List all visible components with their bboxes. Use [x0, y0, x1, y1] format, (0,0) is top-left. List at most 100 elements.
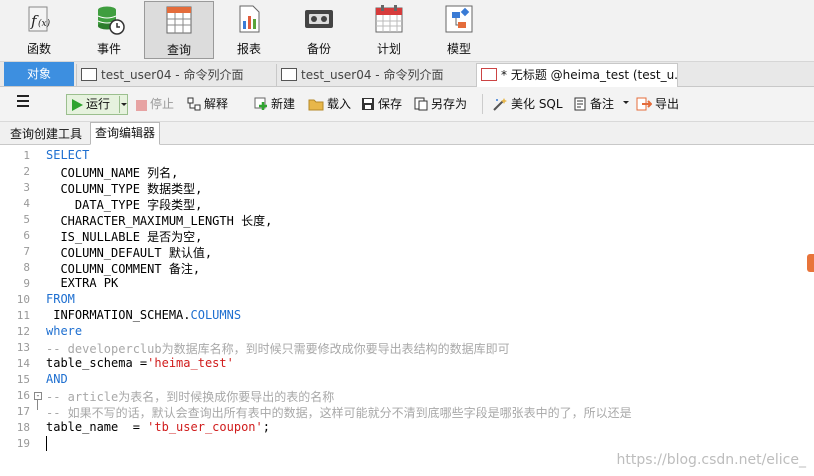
save-as-icon	[414, 97, 428, 111]
explain-icon	[187, 97, 201, 111]
backup-button[interactable]: 备份	[284, 0, 354, 59]
export-button[interactable]: 导出	[636, 95, 679, 113]
line-number: 6	[23, 229, 30, 242]
code-line[interactable]: COLUMN_DEFAULT 默认值,	[46, 244, 212, 261]
new-button[interactable]: 新建	[254, 95, 295, 113]
line-number: 4	[23, 197, 30, 210]
new-icon	[254, 97, 267, 110]
tab-untitled-query[interactable]: * 无标题 @heima_test (test_u...	[476, 63, 678, 87]
functions-button[interactable]: f (x) 函数	[4, 0, 74, 59]
save-button[interactable]: 保存	[361, 95, 402, 113]
code-line[interactable]: IS_NULLABLE 是否为空,	[46, 228, 202, 245]
svg-text:(x): (x)	[38, 18, 51, 29]
line-number: 10	[16, 293, 30, 306]
code-line[interactable]: table_schema ='heima_test'	[46, 356, 234, 370]
document-tabs: 对象 test_user04 - 命令列介面 test_user04 - 命令列…	[0, 62, 814, 87]
save-as-label: 另存为	[431, 97, 468, 111]
code-line[interactable]: INFORMATION_SCHEMA.COLUMNS	[46, 308, 241, 322]
export-icon	[636, 97, 652, 111]
code-line[interactable]: AND	[46, 372, 68, 386]
line-number: 8	[23, 261, 30, 274]
query-button[interactable]: 查询	[144, 1, 214, 59]
tab-console-1-label: test_user04 - 命令列介面	[101, 68, 244, 82]
run-button-content[interactable]: 运行	[71, 95, 110, 113]
line-number: 1	[23, 149, 30, 162]
schedule-label: 计划	[376, 42, 401, 56]
code-line[interactable]: DATA_TYPE 字段类型,	[46, 196, 202, 213]
code-line[interactable]: EXTRA PK	[46, 276, 118, 290]
note-dropdown[interactable]	[622, 96, 630, 114]
code-line[interactable]: FROM	[46, 292, 75, 306]
model-button[interactable]: 模型	[424, 0, 494, 59]
code-line[interactable]: -- article为表名，到时候换成你要导出的表的名称	[46, 388, 334, 405]
code-line[interactable]: COLUMN_NAME 列名,	[46, 164, 178, 181]
fold-line	[37, 400, 38, 410]
note-button[interactable]: 备注	[573, 95, 614, 113]
tab-console-2[interactable]: test_user04 - 命令列介面	[276, 64, 477, 86]
functions-label: 函数	[26, 42, 51, 56]
code-line[interactable]: COLUMN_COMMENT 备注,	[46, 260, 200, 277]
events-button[interactable]: 事件	[74, 0, 144, 59]
code-line[interactable]: -- 如果不写的话，默认会查询出所有表中的数据，这样可能就分不清到底哪些字段是哪…	[46, 404, 632, 421]
magic-wand-icon	[493, 98, 507, 111]
reports-button[interactable]: 报表	[214, 0, 284, 59]
beautify-sql-button[interactable]: 美化 SQL	[492, 95, 563, 113]
beautify-sql-label: 美化 SQL	[511, 97, 563, 111]
model-icon	[443, 3, 475, 35]
play-icon	[72, 99, 83, 111]
main-toolbar: f (x) 函数 事件 查询 报表 备份 计划 模型	[0, 0, 814, 62]
code-line[interactable]: table_name = 'tb_user_coupon';	[46, 420, 270, 434]
line-number: 15	[16, 373, 30, 386]
event-icon	[93, 3, 125, 35]
run-dropdown[interactable]	[119, 96, 129, 113]
folder-icon	[308, 99, 324, 111]
menu-icon[interactable]	[16, 94, 30, 112]
toolbar-divider	[482, 94, 483, 114]
events-label: 事件	[96, 42, 121, 56]
save-label: 保存	[378, 97, 403, 111]
line-number: 7	[23, 245, 30, 258]
schedule-icon	[373, 3, 405, 35]
tab-query-editor[interactable]: 查询编辑器	[90, 122, 161, 145]
line-number: 16	[16, 389, 30, 402]
sql-editor[interactable]: 1 2 3 4 5 6 7 8 9 10 11 12 13 14 15 16 17 18 19 SELECT COL…	[0, 145, 814, 476]
stop-button[interactable]: 停止	[136, 95, 174, 113]
load-label: 载入	[327, 97, 352, 111]
code-line[interactable]: SELECT	[46, 148, 89, 162]
backup-label: 备份	[306, 42, 331, 56]
load-button[interactable]: 载入	[308, 95, 351, 113]
console-icon	[281, 68, 297, 81]
save-as-button[interactable]: 另存为	[414, 95, 467, 113]
floating-badge[interactable]	[807, 254, 814, 272]
code-line[interactable]: COLUMN_TYPE 数据类型,	[46, 180, 202, 197]
chevron-down-icon	[121, 103, 127, 106]
query-icon	[163, 4, 195, 36]
code-line[interactable]: where	[46, 324, 82, 338]
tab-objects[interactable]: 对象	[4, 62, 74, 86]
text-caret	[46, 436, 47, 451]
line-number: 13	[16, 341, 30, 354]
line-number: 11	[16, 309, 30, 322]
fold-toggle[interactable]: -	[34, 392, 42, 400]
function-icon: f (x)	[23, 3, 55, 35]
schedule-button[interactable]: 计划	[354, 0, 424, 59]
model-label: 模型	[446, 42, 471, 56]
line-number: 12	[16, 325, 30, 338]
console-icon	[81, 68, 97, 81]
line-number: 5	[23, 213, 30, 226]
reports-label: 报表	[236, 42, 261, 56]
explain-button[interactable]: 解释	[187, 95, 228, 113]
query-tab-icon	[481, 68, 497, 81]
code-line[interactable]: -- developerclub为数据库名称，到时候只需要修改成你要导出表结构的…	[46, 340, 510, 357]
line-number-gutter: 1 2 3 4 5 6 7 8 9 10 11 12 13 14 15 16 17 18 19	[0, 145, 40, 476]
export-label: 导出	[655, 97, 680, 111]
stop-label: 停止	[150, 97, 175, 111]
chevron-down-icon	[623, 101, 629, 104]
tab-untitled-query-label: * 无标题 @heima_test (test_u...	[501, 68, 678, 82]
line-number: 17	[16, 405, 30, 418]
code-line[interactable]: CHARACTER_MAXIMUM_LENGTH 长度,	[46, 212, 272, 229]
tab-console-1[interactable]: test_user04 - 命令列介面	[76, 64, 277, 86]
note-label: 备注	[590, 97, 615, 111]
tab-query-builder[interactable]: 查询创建工具	[6, 125, 86, 144]
new-label: 新建	[271, 97, 296, 111]
